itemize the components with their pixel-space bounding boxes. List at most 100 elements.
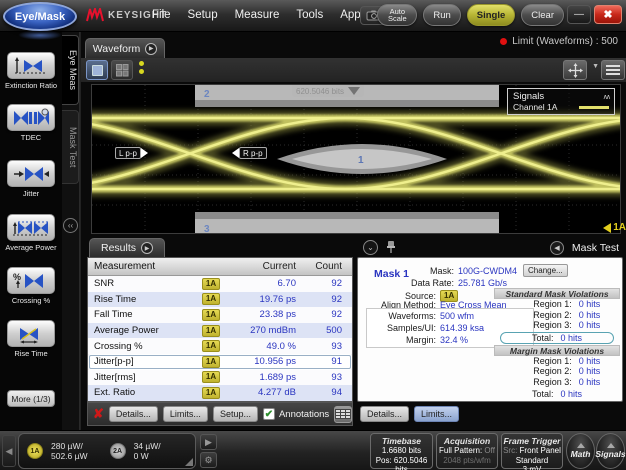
close-button[interactable]: ✖ bbox=[594, 5, 622, 24]
limit-status: Limit (Waveforms) : 500 bbox=[500, 36, 618, 47]
menu-setup[interactable]: Setup bbox=[188, 9, 218, 21]
frame-trigger-source: Src: Front Panel bbox=[502, 446, 562, 456]
more-measurements-button[interactable]: More (1/3) bbox=[7, 390, 55, 407]
jitter-icon bbox=[12, 164, 50, 184]
menu-tools[interactable]: Tools bbox=[296, 9, 323, 21]
table-row-crossing[interactable]: Crossing % 1A 49.0 % 93 bbox=[88, 338, 352, 354]
eye-mask-mode-button[interactable]: Eye/Mask bbox=[3, 2, 77, 31]
col-current: Current bbox=[226, 261, 300, 272]
timebase-position: Pos: 620.5046 bits bbox=[371, 456, 432, 470]
pan-dropdown-button[interactable]: ▼ bbox=[592, 63, 599, 70]
channel-scroll-left-button[interactable]: ◀ bbox=[2, 435, 16, 467]
annotations-checkbox[interactable]: ✔ bbox=[263, 408, 275, 420]
acquisition-points: 2048 pts/wfm bbox=[437, 456, 497, 466]
single-layout-button[interactable] bbox=[86, 60, 108, 80]
auto-scale-button[interactable]: Auto Scale bbox=[377, 4, 417, 26]
waveform-menu-button[interactable] bbox=[601, 60, 625, 80]
menu-measure[interactable]: Measure bbox=[235, 9, 280, 21]
eye-diagram-display[interactable]: 2 1 3 620.5046 bits Signals ∧∧ Channel 1… bbox=[91, 84, 621, 234]
results-setup-button[interactable]: Setup... bbox=[213, 406, 258, 422]
extinction-ratio-icon bbox=[12, 56, 50, 76]
single-button[interactable]: Single bbox=[467, 4, 516, 26]
math-button[interactable]: Math bbox=[566, 433, 595, 469]
table-row-average-power[interactable]: Average Power 1A 270 mdBm 500 bbox=[88, 323, 352, 339]
right-pp-marker[interactable]: R p-p bbox=[232, 147, 267, 159]
channel-1a-badge[interactable]: 1A bbox=[27, 443, 43, 459]
average-power-icon bbox=[11, 218, 51, 238]
left-pp-marker[interactable]: L p-p bbox=[115, 147, 148, 159]
channel-info-panel[interactable]: 1A 280 µW/502.6 µW 2A 34 µW/0 W bbox=[18, 433, 196, 469]
results-limits-button[interactable]: Limits... bbox=[163, 406, 208, 422]
delete-measurement-button[interactable]: ✘ bbox=[93, 406, 104, 422]
sidebar-item-rise-time[interactable]: Rise Time bbox=[0, 320, 62, 358]
grid-layout-button[interactable] bbox=[111, 60, 133, 80]
mask-test-panel: ◀ Mask Test Mask 1 Mask: 100G-CWDM4 Chan… bbox=[357, 238, 623, 426]
violations-column: Standard Mask Violations Region 1:0 hits… bbox=[494, 288, 620, 401]
mask-test-title: Mask Test bbox=[572, 242, 619, 254]
minimize-button[interactable]: — bbox=[567, 5, 591, 24]
margin-region-1: Region 1:0 hits bbox=[494, 356, 620, 367]
table-row-jitter-rms[interactable]: Jitter[rms] 1A 1.689 ps 93 bbox=[88, 370, 352, 386]
title-bar: KEYSIGHT File Setup Measure Tools Apps H… bbox=[0, 0, 626, 32]
timebase-position-tag[interactable]: 620.5046 bits bbox=[292, 85, 364, 97]
table-row-ext-ratio[interactable]: Ext. Ratio 1A 4.277 dB 94 bbox=[88, 385, 352, 401]
position-marker-icon bbox=[348, 87, 360, 95]
crossing-percent-icon: % bbox=[12, 271, 50, 291]
channel-1a-values: 280 µW/502.6 µW bbox=[51, 441, 88, 461]
table-row-rise-time[interactable]: Rise Time 1A 19.76 ps 92 bbox=[88, 292, 352, 308]
frame-trigger-panel[interactable]: Frame Trigger Src: Front Panel Standard … bbox=[501, 433, 563, 469]
table-row-jitter-pp[interactable]: Jitter[p-p] 1A 10.956 ps 91 bbox=[88, 354, 352, 370]
tdec-icon bbox=[12, 108, 50, 128]
results-details-button[interactable]: Details... bbox=[109, 406, 158, 422]
measurement-sidebar: Extinction Ratio TDEC Jitter bbox=[0, 32, 62, 430]
timebase-title: Timebase bbox=[371, 436, 432, 446]
source-badge: 1A bbox=[202, 278, 220, 290]
channel-scroll-right-button[interactable]: ▶ bbox=[200, 434, 217, 450]
results-tab-label: Results bbox=[101, 242, 136, 254]
hamburger-icon bbox=[606, 65, 620, 67]
signals-button[interactable]: Signals bbox=[596, 433, 625, 469]
standard-violations-title: Standard Mask Violations bbox=[494, 288, 620, 299]
pan-zoom-button[interactable] bbox=[563, 60, 587, 80]
tab-eye-meas[interactable]: Eye Meas bbox=[62, 35, 79, 105]
tab-results[interactable]: Results ▶ bbox=[89, 238, 165, 257]
mask-region-3-label: 3 bbox=[204, 224, 210, 234]
menu-file[interactable]: File bbox=[152, 9, 171, 21]
tab-waveform[interactable]: Waveform ▶ bbox=[85, 38, 165, 58]
limit-status-text: Limit (Waveforms) : 500 bbox=[512, 36, 618, 47]
channel-color-swatch bbox=[579, 106, 609, 109]
clear-button[interactable]: Clear bbox=[521, 4, 564, 26]
sidebar-item-average-power[interactable]: Average Power bbox=[0, 214, 62, 252]
sidebar-item-tdec[interactable]: TDEC bbox=[0, 104, 62, 142]
waveform-toolbar: ▼ bbox=[81, 58, 626, 82]
legend-collapse-icon[interactable]: ∧∧ bbox=[603, 93, 609, 101]
mask-test-back-button[interactable]: ◀ bbox=[550, 241, 564, 255]
results-grid-view-button[interactable] bbox=[334, 406, 352, 423]
sidebar-item-crossing[interactable]: % Crossing % bbox=[0, 267, 62, 305]
acquisition-buttons: Auto Scale Run Single Clear bbox=[377, 4, 564, 26]
channel-2a-values: 34 µW/0 W bbox=[134, 441, 161, 461]
main-area: Waveform ▶ ▼ bbox=[80, 32, 626, 430]
mask-limits-button[interactable]: Limits... bbox=[414, 406, 459, 422]
timebase-panel[interactable]: Timebase 1.6680 bits Pos: 620.5046 bits bbox=[370, 433, 433, 469]
change-mask-button[interactable]: Change... bbox=[523, 264, 568, 277]
channel-2a-badge[interactable]: 2A bbox=[110, 443, 126, 459]
run-button[interactable]: Run bbox=[423, 4, 460, 26]
sidebar-collapse-button[interactable]: ‹‹ bbox=[63, 218, 78, 233]
results-table: Measurement Current Count SNR 1A 6.70 92… bbox=[87, 257, 353, 402]
sidebar-item-jitter[interactable]: Jitter bbox=[0, 160, 62, 198]
mask-details-button[interactable]: Details... bbox=[360, 406, 409, 422]
sidebar-item-extinction-ratio[interactable]: Extinction Ratio bbox=[0, 52, 62, 90]
mask-label: Mask: bbox=[418, 266, 454, 276]
table-row-snr[interactable]: SNR 1A 6.70 92 bbox=[88, 276, 352, 292]
panel-corner-fold bbox=[185, 458, 193, 466]
acquisition-panel[interactable]: Acquisition Full Pattern: Off 2048 pts/w… bbox=[436, 433, 498, 469]
mask-row: Mask: 100G-CWDM4 Change... bbox=[418, 264, 568, 277]
channel-level-marker[interactable]: 1A bbox=[603, 222, 626, 233]
table-row-fall-time[interactable]: Fall Time 1A 23.38 ps 92 bbox=[88, 307, 352, 323]
tab-mask-test[interactable]: Mask Test bbox=[62, 110, 79, 184]
signals-legend: Signals ∧∧ Channel 1A bbox=[507, 88, 615, 115]
results-play-icon[interactable]: ▶ bbox=[141, 242, 153, 254]
channel-settings-button[interactable]: ⚙ bbox=[200, 452, 217, 468]
play-icon[interactable]: ▶ bbox=[145, 43, 157, 55]
